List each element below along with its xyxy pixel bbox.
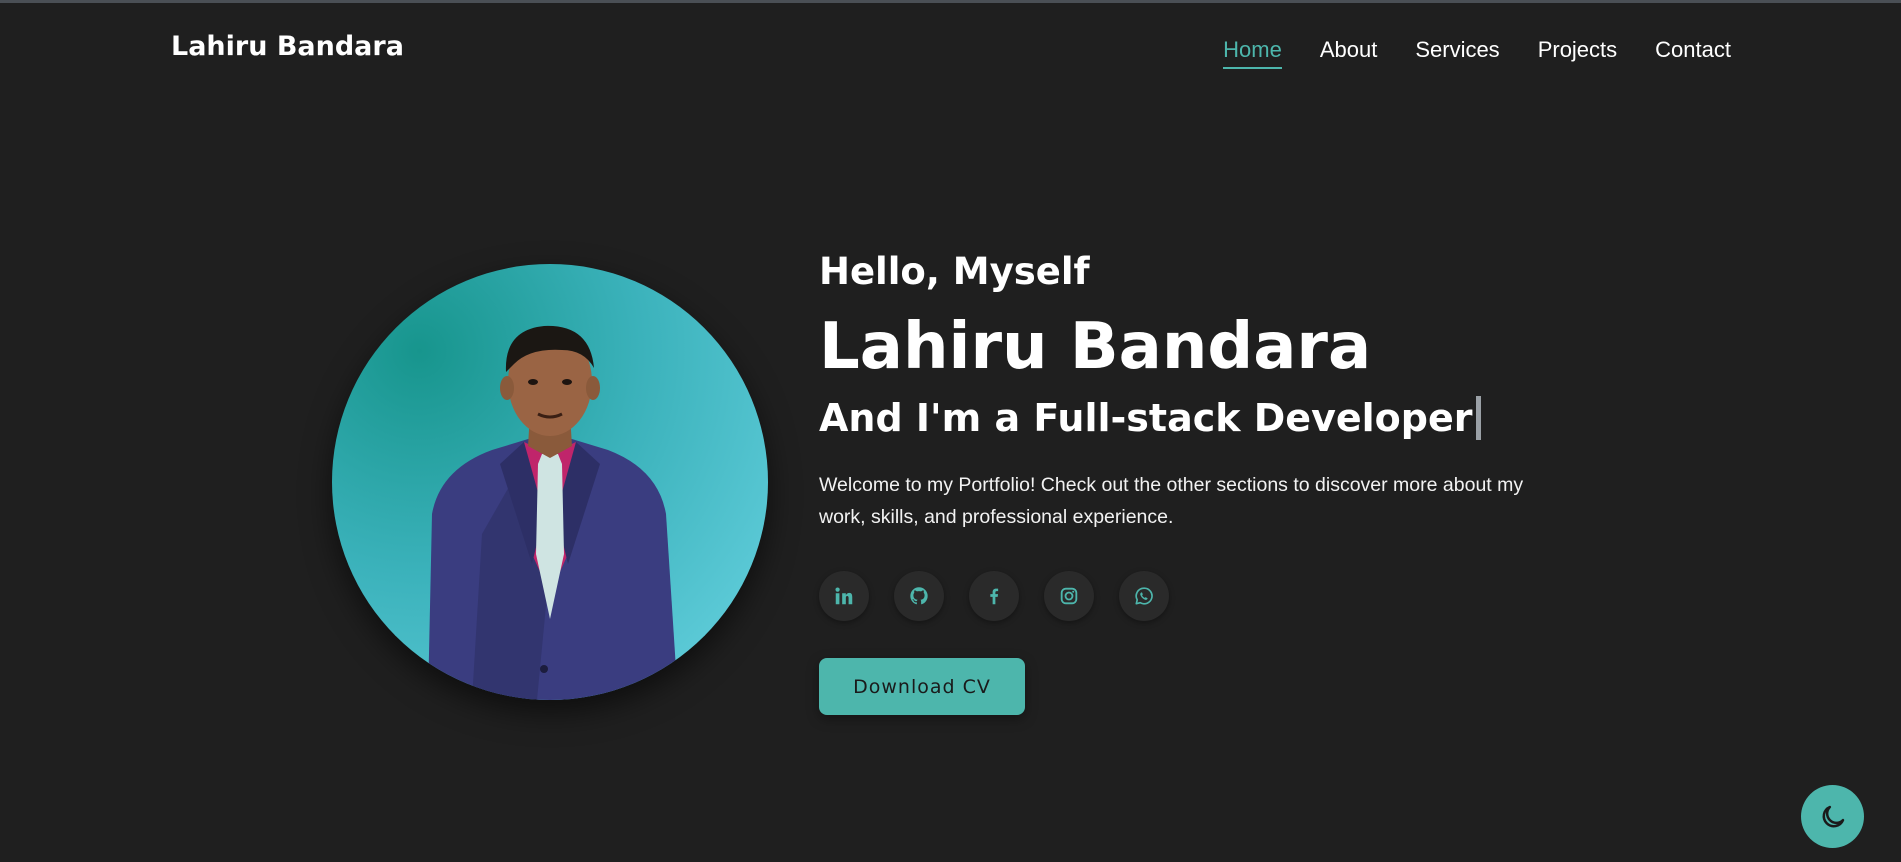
brand-logo[interactable]: Lahiru Bandara xyxy=(171,31,404,62)
nav-services[interactable]: Services xyxy=(1415,37,1499,69)
instagram-link[interactable] xyxy=(1044,571,1094,622)
facebook-link[interactable] xyxy=(969,571,1019,622)
theme-toggle-button[interactable] xyxy=(1801,785,1864,848)
hero-greeting: Hello, Myself xyxy=(819,250,1090,293)
github-link[interactable] xyxy=(894,571,944,622)
nav-home[interactable]: Home xyxy=(1223,37,1282,69)
hero-section: Hello, Myself Lahiru Bandara And I'm a F… xyxy=(819,250,1579,716)
facebook-icon xyxy=(990,588,999,605)
hero-role: And I'm a Full-stack Developer xyxy=(819,396,1579,442)
profile-person-illustration xyxy=(428,325,678,700)
whatsapp-icon xyxy=(1135,587,1153,605)
nav-contact[interactable]: Contact xyxy=(1655,37,1731,69)
hero-role-text: And I'm a Full-stack Developer xyxy=(819,395,1473,440)
nav-about[interactable]: About xyxy=(1320,37,1378,69)
whatsapp-link[interactable] xyxy=(1119,571,1169,622)
typing-cursor xyxy=(1476,396,1482,441)
profile-photo xyxy=(332,264,768,700)
download-cv-button[interactable]: Download CV xyxy=(819,658,1025,716)
nav-projects[interactable]: Projects xyxy=(1538,37,1617,69)
hero-intro: Welcome to my Portfolio! Check out the o… xyxy=(819,474,1524,529)
site-header: Lahiru Bandara Home About Services Proje… xyxy=(0,3,1901,99)
linkedin-link[interactable] xyxy=(819,571,869,622)
github-icon xyxy=(910,587,928,605)
social-links xyxy=(819,571,1579,622)
hero-name: Lahiru Bandara xyxy=(819,310,1372,385)
moon-icon xyxy=(1822,805,1844,827)
instagram-icon xyxy=(1060,587,1078,605)
linkedin-icon xyxy=(835,587,853,605)
main-nav: Home About Services Projects Contact xyxy=(1223,37,1731,69)
